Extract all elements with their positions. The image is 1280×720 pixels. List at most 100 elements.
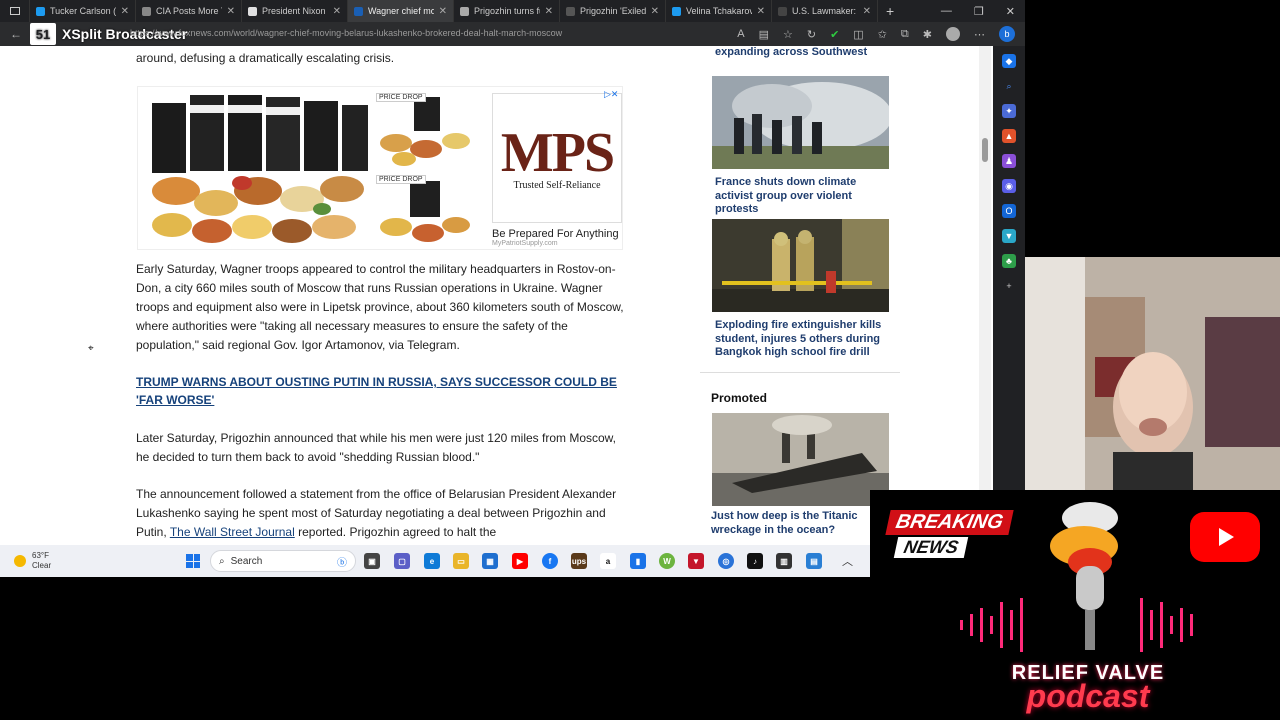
tab-favicon bbox=[460, 6, 469, 16]
close-icon[interactable]: ✕ bbox=[651, 6, 659, 17]
file-explorer-icon[interactable]: ▭ bbox=[453, 553, 469, 569]
close-icon[interactable]: ✕ bbox=[121, 6, 129, 17]
youtube-icon[interactable]: ▶ bbox=[512, 553, 528, 569]
bing-icon[interactable]: b bbox=[999, 26, 1015, 42]
windows-start-icon[interactable] bbox=[186, 554, 200, 568]
url-field[interactable]: https://www.foxnews.com/world/wagner-chi… bbox=[130, 28, 562, 38]
amazon-icon[interactable]: a bbox=[600, 553, 616, 569]
price-drop-badge: PRICE DROP bbox=[376, 93, 426, 102]
article-text: around, defusing a dramatically escalati… bbox=[136, 51, 395, 65]
maximize-icon[interactable]: ❐ bbox=[974, 5, 984, 18]
tiktok-icon[interactable]: ♪ bbox=[747, 553, 763, 569]
tab-favicon bbox=[36, 6, 45, 16]
media-app-icon[interactable]: ▥ bbox=[776, 553, 792, 569]
app-icon[interactable]: ◎ bbox=[718, 553, 734, 569]
webcam-feed bbox=[1025, 257, 1280, 490]
task-view-icon[interactable]: ▣ bbox=[364, 553, 380, 569]
xsplit-taskbar-icon[interactable]: ▤ bbox=[806, 553, 822, 569]
taskbar-search[interactable]: ⌕ Search ⓑ bbox=[210, 550, 356, 572]
profile-avatar[interactable] bbox=[946, 27, 960, 41]
new-tab-button[interactable]: + bbox=[878, 3, 902, 19]
shield-icon[interactable]: ▼ bbox=[688, 553, 704, 569]
walmart-icon[interactable]: W bbox=[659, 553, 675, 569]
copilot-icon[interactable]: ◆ bbox=[1002, 54, 1016, 68]
tab-1[interactable]: CIA Posts More Tr✕ bbox=[136, 0, 242, 22]
youtube-logo-icon bbox=[1190, 512, 1260, 562]
tab-favicon bbox=[566, 6, 575, 16]
tab-2[interactable]: President Nixon a ✕ bbox=[242, 0, 348, 22]
add-icon[interactable]: + bbox=[1002, 279, 1016, 293]
paragraph-text: reported. Prigozhin agreed to halt the bbox=[294, 525, 497, 539]
shopping-icon[interactable]: ▲ bbox=[1002, 129, 1016, 143]
edge-icon[interactable]: e bbox=[424, 553, 440, 569]
minimize-icon[interactable]: — bbox=[941, 5, 952, 18]
address-bar-tools: A ▤ ☆ ↻ ✔ ◫ ✩ ⧉ ✱ ⋯ b bbox=[737, 22, 1015, 46]
ad-thumbnail[interactable]: PRICE DROP bbox=[374, 173, 474, 249]
microsoft365-icon[interactable]: ◉ bbox=[1002, 179, 1016, 193]
tab-3[interactable]: Wagner chief mo ✕ bbox=[348, 0, 454, 22]
ad-choices-icon[interactable]: ▷✕ bbox=[604, 89, 618, 100]
promoted-heading: Promoted bbox=[711, 391, 768, 405]
breaking-label: BREAKING bbox=[885, 510, 1014, 535]
story-title[interactable]: France shuts down climate activist group… bbox=[715, 176, 890, 217]
back-icon[interactable]: ← bbox=[0, 27, 32, 41]
close-icon[interactable]: ✕ bbox=[333, 6, 341, 17]
close-icon[interactable]: ✕ bbox=[227, 6, 235, 17]
tab-menu[interactable] bbox=[0, 0, 30, 22]
story-image-protest[interactable] bbox=[712, 76, 889, 169]
advertisement[interactable]: PRICE DROP PRICE DROP MPS Trusted Self-R… bbox=[137, 86, 623, 250]
tab-7[interactable]: U.S. Lawmaker: P ✕ bbox=[772, 0, 878, 22]
tray-chevron-icon[interactable]: ︿ bbox=[842, 553, 853, 569]
immersive-reader-icon[interactable]: ▤ bbox=[759, 28, 769, 41]
read-aloud-icon[interactable]: A bbox=[737, 28, 744, 40]
related-headline-link[interactable]: TRUMP WARNS ABOUT OUSTING PUTIN IN RUSSI… bbox=[136, 373, 626, 409]
collections-icon[interactable]: ⧉ bbox=[901, 28, 909, 41]
teams-icon[interactable]: ▢ bbox=[394, 553, 410, 569]
story-title[interactable]: Just how deep is the Titanic wreckage in… bbox=[711, 510, 886, 537]
close-icon[interactable]: ✕ bbox=[439, 6, 447, 17]
tree-icon[interactable]: ♣ bbox=[1002, 254, 1016, 268]
story-title[interactable]: expanding across Southwest bbox=[715, 46, 890, 60]
drop-icon[interactable]: ▼ bbox=[1002, 229, 1016, 243]
ups-icon[interactable]: ups bbox=[571, 553, 587, 569]
story-image-firefighters[interactable] bbox=[712, 219, 889, 312]
outlook-icon[interactable]: O bbox=[1002, 204, 1016, 218]
search-icon[interactable]: ⌕ bbox=[1002, 79, 1016, 93]
weather-widget[interactable]: 63°F Clear bbox=[14, 551, 51, 571]
facebook-icon[interactable]: f bbox=[542, 553, 558, 569]
tab-4[interactable]: Prigozhin turns fu ✕ bbox=[454, 0, 560, 22]
edge-sidebar: ◆ ⌕ ✦ ▲ ♟ ◉ O ▼ ♣ + bbox=[993, 46, 1025, 545]
ad-brand-logo[interactable]: MPS Trusted Self-Reliance bbox=[492, 93, 622, 223]
refresh-icon[interactable]: ↻ bbox=[807, 28, 816, 41]
close-window-icon[interactable]: ✕ bbox=[1006, 5, 1015, 18]
tab-6[interactable]: Velina Tchakarova ✕ bbox=[666, 0, 772, 22]
weather-condition: Clear bbox=[32, 561, 52, 570]
tab-5[interactable]: Prigozhin 'Exiled' ✕ bbox=[560, 0, 666, 22]
story-image-titanic[interactable] bbox=[712, 413, 889, 506]
podcast-promo: BREAKING NEWS RELIEF VALVE podcast bbox=[870, 490, 1280, 720]
close-icon[interactable]: ✕ bbox=[863, 6, 871, 17]
close-icon[interactable]: ✕ bbox=[757, 6, 765, 17]
favorites-icon[interactable]: ✩ bbox=[878, 28, 887, 41]
ad-caption[interactable]: Be Prepared For Anything bbox=[492, 228, 619, 240]
weather-text: 63°F Clear bbox=[32, 551, 51, 571]
games-icon[interactable]: ♟ bbox=[1002, 154, 1016, 168]
scrollbar-thumb[interactable] bbox=[982, 138, 988, 162]
tab-actions-icon bbox=[9, 7, 20, 15]
page-scrollbar[interactable] bbox=[979, 46, 991, 545]
tools-icon[interactable]: ✦ bbox=[1002, 104, 1016, 118]
wsj-link[interactable]: The Wall Street Journal bbox=[170, 525, 295, 539]
extension-check-icon[interactable]: ✔ bbox=[830, 28, 839, 41]
split-screen-icon[interactable]: ◫ bbox=[853, 28, 863, 41]
store-icon[interactable]: ▦ bbox=[482, 553, 498, 569]
ad-sponsor[interactable]: MyPatriotSupply.com bbox=[492, 240, 558, 247]
podcast-subtitle: podcast bbox=[1026, 678, 1150, 714]
favorite-star-icon[interactable]: ☆ bbox=[783, 28, 793, 41]
close-icon[interactable]: ✕ bbox=[545, 6, 553, 17]
ad-thumbnail[interactable]: PRICE DROP bbox=[374, 91, 474, 169]
extensions-icon[interactable]: ✱ bbox=[923, 28, 932, 41]
shopping-bag-icon[interactable]: ▮ bbox=[630, 553, 646, 569]
more-menu-icon[interactable]: ⋯ bbox=[974, 28, 985, 41]
story-title[interactable]: Exploding fire extinguisher kills studen… bbox=[715, 319, 890, 360]
tab-0[interactable]: Tucker Carlson (@✕ bbox=[30, 0, 136, 22]
